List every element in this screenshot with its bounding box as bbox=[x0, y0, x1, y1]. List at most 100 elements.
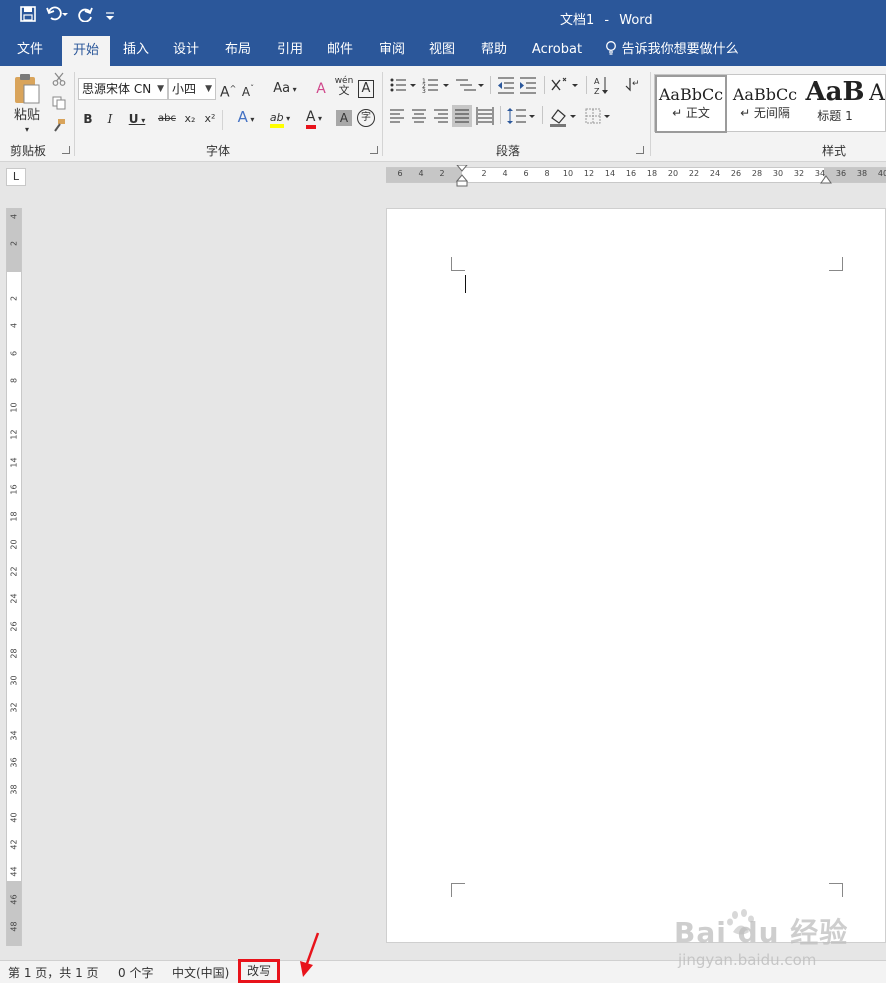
style-normal[interactable]: AaBbCc ↵ 正文 bbox=[655, 75, 727, 133]
font-size-combo[interactable]: 小四 ▼ bbox=[168, 78, 216, 100]
enclose-characters-button[interactable]: 字 bbox=[357, 109, 375, 127]
style-heading-2[interactable]: A bbox=[869, 75, 885, 133]
tab-design[interactable]: 设计 bbox=[164, 34, 208, 66]
clear-formatting-button[interactable]: A bbox=[312, 80, 330, 98]
clipboard-group-label: 剪贴板 bbox=[10, 144, 47, 158]
styles-gallery: AaBbCc ↵ 正文 AaBbCc ↵ 无间隔 AaB 标题 1 A bbox=[654, 74, 886, 133]
tab-acrobat[interactable]: Acrobat bbox=[526, 34, 588, 66]
paragraph-launcher-icon[interactable] bbox=[636, 146, 644, 154]
character-shading-button[interactable]: A bbox=[336, 110, 352, 126]
strikethrough-button[interactable]: abc bbox=[156, 110, 178, 128]
ruler-tick-label: 34 bbox=[9, 730, 19, 741]
ruler-tick-label: 26 bbox=[730, 169, 742, 178]
document-page[interactable] bbox=[386, 208, 886, 943]
grow-font-icon: A bbox=[220, 84, 230, 101]
horizontal-ruler[interactable]: 6 4 2 2 4 6 8 10 12 14 16 18 20 22 24 26 28 30 32 34 36 38 40 bbox=[386, 165, 886, 187]
highlight-button[interactable]: ab ▾ bbox=[264, 108, 296, 128]
tell-me-box[interactable]: 告诉我你想要做什么 bbox=[604, 34, 740, 66]
window-title: 文档1 - Word bbox=[560, 9, 653, 28]
ruler-tick-label: 4 bbox=[418, 169, 424, 178]
clipboard-launcher-icon[interactable] bbox=[62, 146, 70, 154]
numbering-icon[interactable]: 123 bbox=[422, 78, 449, 95]
italic-button[interactable]: I bbox=[102, 110, 118, 128]
tab-review[interactable]: 审阅 bbox=[370, 34, 414, 66]
change-case-button[interactable]: Aa ▾ bbox=[270, 80, 300, 99]
phonetic-guide-button[interactable]: wén 文 bbox=[334, 76, 354, 96]
font-group-label: 字体 bbox=[206, 144, 231, 158]
divider bbox=[650, 72, 651, 156]
ruler-tick-label: 12 bbox=[9, 429, 19, 440]
undo-icon[interactable] bbox=[46, 6, 68, 27]
shading-icon[interactable] bbox=[550, 109, 576, 127]
format-painter-button[interactable] bbox=[50, 118, 68, 137]
word-count[interactable]: 0 个字 bbox=[118, 964, 153, 981]
font-color-button[interactable]: A ▾ bbox=[298, 108, 330, 129]
underline-icon: U bbox=[128, 112, 139, 126]
paste-dropdown-icon[interactable]: ▾ bbox=[10, 125, 44, 135]
ruler-margin-right bbox=[824, 168, 886, 182]
highlight-icon: ab bbox=[269, 111, 284, 128]
asian-layout-icon[interactable] bbox=[551, 77, 578, 91]
decrease-indent-icon[interactable] bbox=[498, 77, 514, 94]
shrink-font-button[interactable]: Aˇ bbox=[240, 80, 256, 101]
justify-icon[interactable] bbox=[452, 105, 472, 127]
ruler-tick-label: 20 bbox=[9, 539, 19, 550]
redo-icon[interactable] bbox=[78, 6, 94, 27]
ruler-margin-bottom bbox=[7, 881, 21, 946]
character-border-button[interactable]: A bbox=[358, 80, 374, 98]
ruler-tick-label: 22 bbox=[9, 566, 19, 577]
cut-button[interactable] bbox=[50, 72, 68, 91]
ruler-tick-label: 18 bbox=[9, 511, 19, 522]
save-icon[interactable] bbox=[20, 6, 36, 27]
ruler-tick-label: 16 bbox=[9, 484, 19, 495]
ruler-tick-label: 20 bbox=[667, 169, 679, 178]
lightbulb-icon bbox=[606, 41, 617, 55]
vertical-ruler[interactable]: 4 2 2 4 6 8 10 12 14 16 18 20 22 24 26 28 30 32 34 36 38 40 42… bbox=[6, 208, 22, 946]
page-count[interactable]: 第 1 页，共 1 页 bbox=[8, 964, 99, 981]
underline-button[interactable]: U ▾ bbox=[124, 110, 150, 130]
font-name-combo[interactable]: 思源宋体 CN ▼ bbox=[78, 78, 168, 100]
indent-marker-icon[interactable] bbox=[456, 165, 468, 187]
right-indent-marker-icon[interactable] bbox=[820, 174, 832, 184]
align-left-icon[interactable] bbox=[390, 109, 404, 123]
superscript-button[interactable]: x² bbox=[202, 110, 218, 128]
ruler-tick-label: 38 bbox=[9, 784, 19, 795]
grow-font-button[interactable]: A^ bbox=[220, 80, 236, 102]
increase-indent-icon[interactable] bbox=[520, 77, 536, 94]
bullets-icon[interactable] bbox=[390, 78, 417, 92]
tab-file[interactable]: 文件 bbox=[8, 34, 52, 66]
copy-button[interactable] bbox=[50, 96, 68, 115]
align-right-icon[interactable] bbox=[434, 109, 448, 123]
align-center-icon[interactable] bbox=[412, 109, 426, 123]
subscript-button[interactable]: x₂ bbox=[182, 110, 198, 128]
text-effects-button[interactable]: A ▾ bbox=[232, 108, 260, 129]
borders-icon[interactable] bbox=[585, 108, 610, 124]
distributed-icon[interactable] bbox=[476, 107, 494, 125]
tab-selector[interactable]: L bbox=[6, 168, 26, 186]
tab-references[interactable]: 引用 bbox=[266, 34, 314, 66]
tab-view[interactable]: 视图 bbox=[420, 34, 464, 66]
language-indicator[interactable]: 中文(中国) bbox=[172, 964, 229, 981]
tab-home[interactable]: 开始 bbox=[62, 36, 110, 66]
font-launcher-icon[interactable] bbox=[370, 146, 378, 154]
show-marks-icon[interactable]: ↵ bbox=[625, 78, 640, 92]
bold-button[interactable]: B bbox=[80, 110, 96, 128]
character-shading-icon: A bbox=[339, 111, 349, 125]
styles-group-label: 样式 bbox=[822, 144, 847, 158]
document-name: 文档1 bbox=[560, 13, 595, 28]
multilevel-list-icon[interactable] bbox=[456, 79, 484, 91]
customize-icon[interactable] bbox=[104, 6, 116, 27]
tab-layout[interactable]: 布局 bbox=[216, 34, 260, 66]
tab-insert[interactable]: 插入 bbox=[114, 34, 158, 66]
paste-button[interactable]: 粘贴 ▾ bbox=[10, 72, 44, 135]
ruler-tick-label: 28 bbox=[9, 648, 19, 659]
svg-text:↵: ↵ bbox=[632, 79, 640, 89]
crop-mark-icon bbox=[829, 257, 843, 271]
sort-icon[interactable]: AZ bbox=[594, 77, 608, 96]
overtype-mode-toggle[interactable]: 改写 bbox=[238, 959, 281, 983]
line-spacing-icon[interactable] bbox=[507, 108, 535, 124]
style-no-spacing[interactable]: AaBbCc ↵ 无间隔 bbox=[729, 75, 801, 133]
tab-mailings[interactable]: 邮件 bbox=[318, 34, 362, 66]
style-heading-1[interactable]: AaB 标题 1 bbox=[803, 75, 867, 133]
tab-help[interactable]: 帮助 bbox=[472, 34, 516, 66]
